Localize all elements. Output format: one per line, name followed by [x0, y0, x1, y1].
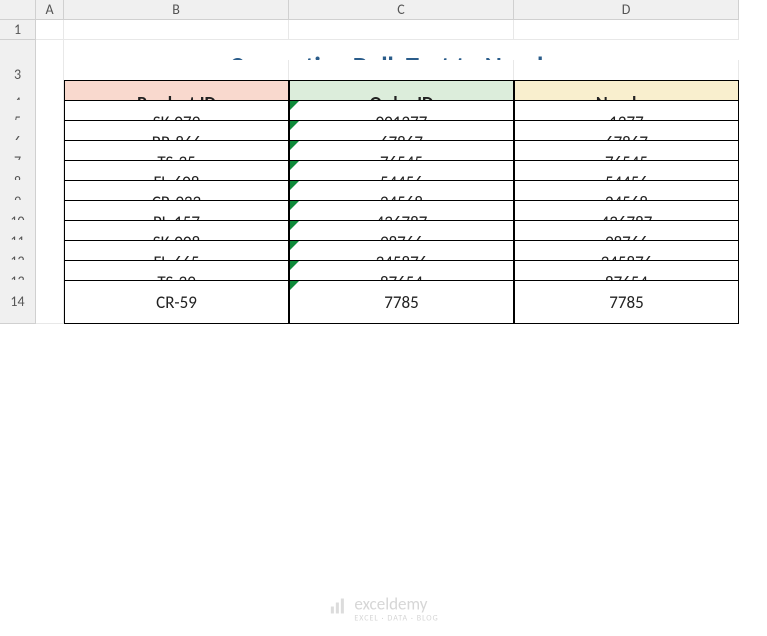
watermark: exceldemy EXCEL · DATA · BLOG [328, 594, 438, 623]
select-all-corner[interactable] [0, 0, 36, 20]
cell-number[interactable]: 7785 [514, 280, 739, 324]
cell-order-id[interactable]: 7785 [289, 280, 514, 324]
cell[interactable] [36, 280, 64, 324]
cell[interactable] [289, 20, 514, 40]
col-header-d[interactable]: D [514, 0, 739, 20]
cell-product-id[interactable]: CR-59 [64, 280, 289, 324]
col-header-a[interactable]: A [36, 0, 64, 20]
cell[interactable] [64, 20, 289, 40]
col-header-c[interactable]: C [289, 0, 514, 20]
row-header[interactable]: 1 [0, 20, 36, 40]
cell[interactable] [36, 20, 64, 40]
col-header-b[interactable]: B [64, 0, 289, 20]
chart-icon [328, 596, 348, 621]
spreadsheet-grid: A B C D 1 2 Converting Bulk Text to Numb… [0, 0, 767, 300]
watermark-sub: EXCEL · DATA · BLOG [354, 615, 438, 623]
row-header[interactable]: 14 [0, 280, 36, 324]
watermark-brand: exceldemy [354, 594, 427, 615]
cell[interactable] [514, 20, 739, 40]
